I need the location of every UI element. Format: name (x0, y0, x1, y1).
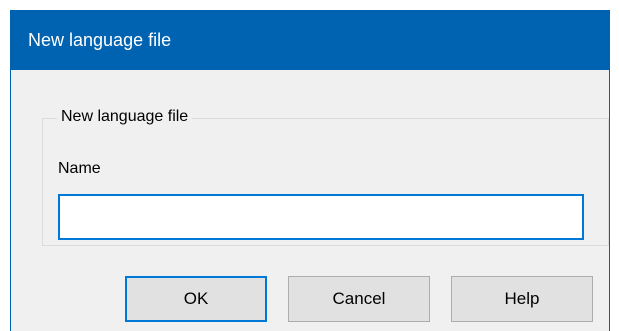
dialog-title-bar[interactable]: New language file (11, 10, 609, 70)
name-label: Name (58, 160, 101, 177)
dialog-title: New language file (28, 30, 172, 50)
name-input[interactable] (58, 194, 584, 240)
groupbox-legend: New language file (57, 106, 193, 128)
help-button[interactable]: Help (451, 276, 593, 322)
cancel-button[interactable]: Cancel (288, 276, 430, 322)
new-language-file-dialog: New language file New language file Name… (10, 10, 610, 331)
ok-button[interactable]: OK (125, 276, 267, 322)
